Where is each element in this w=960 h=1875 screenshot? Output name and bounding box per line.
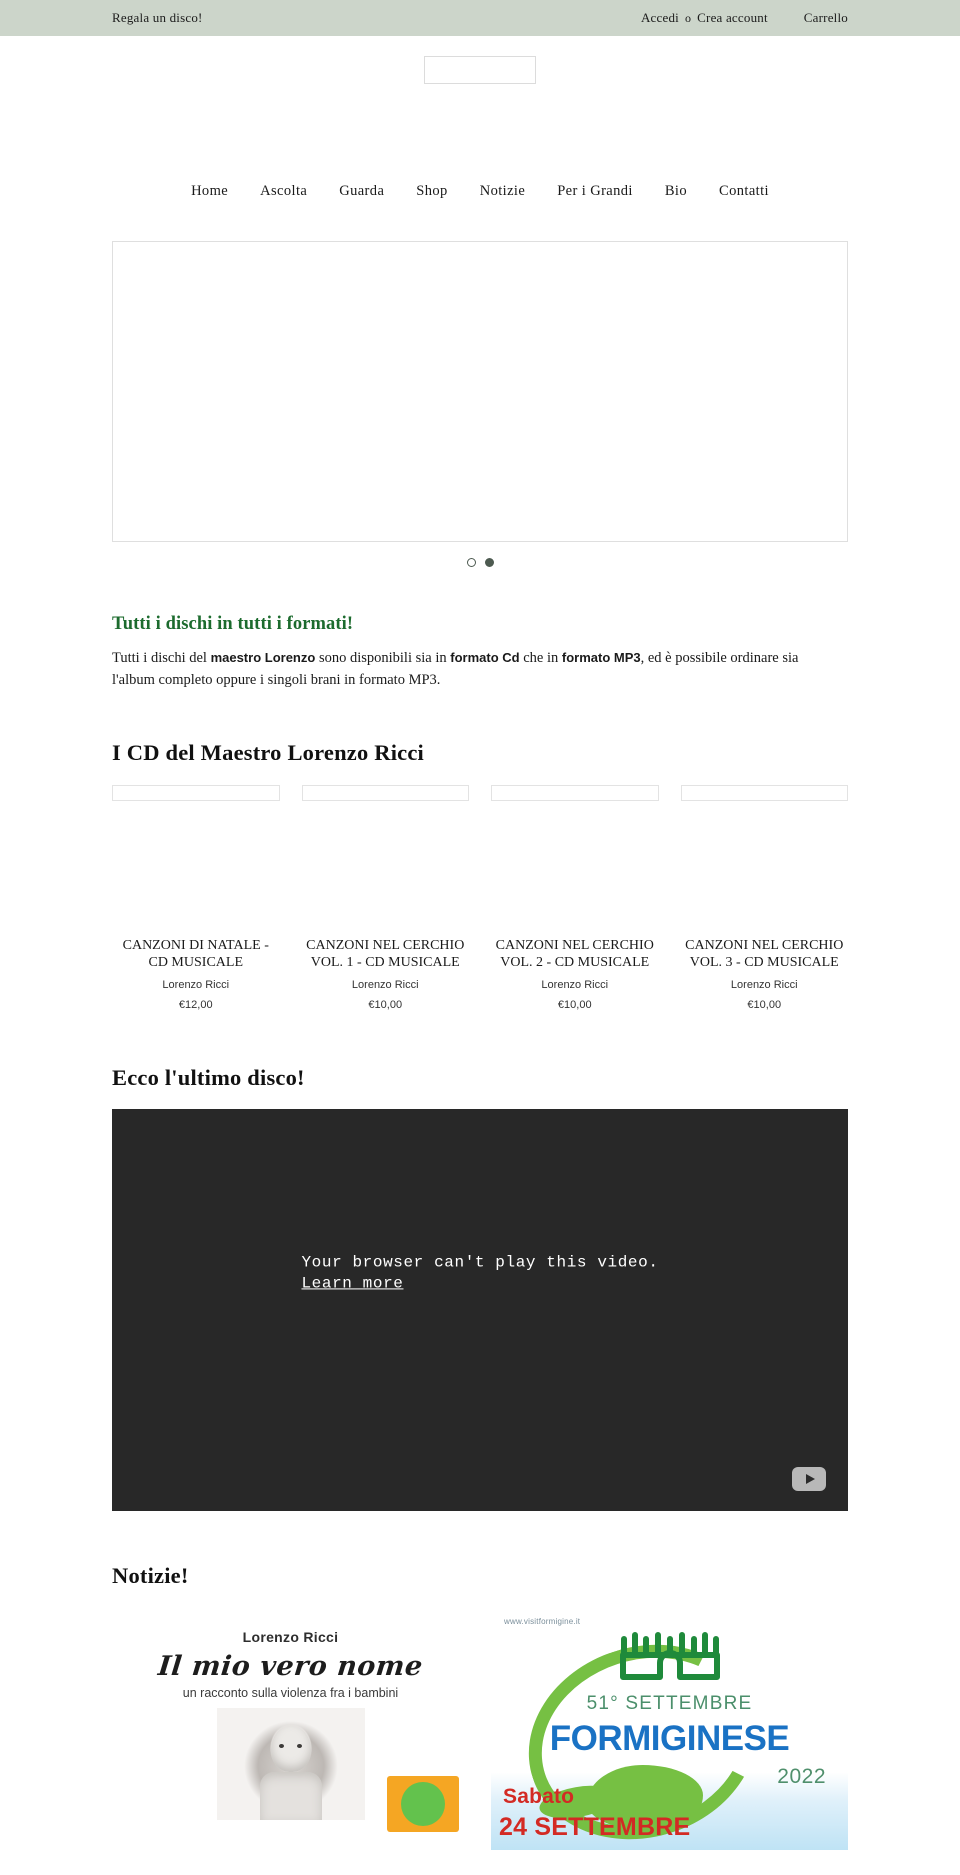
product-title[interactable]: CANZONI NEL CERCHIO VOL. 2 - CD MUSICALE <box>491 937 659 972</box>
poster-line-1: 51° SETTEMBRE <box>586 1692 753 1714</box>
promo-link[interactable]: Regala un disco! <box>112 10 203 26</box>
intro-section: Tutti i dischi in tutti i formati! Tutti… <box>0 614 960 692</box>
nav-item-notizie[interactable]: Notizie <box>464 183 541 200</box>
intro-text-c: sono disponibili sia in <box>315 650 451 666</box>
product-image[interactable] <box>491 784 659 801</box>
slide-dot-1[interactable] <box>466 558 476 567</box>
cart-link[interactable]: Carrello <box>804 10 848 26</box>
video-section: Ecco l'ultimo disco! Your browser can't … <box>0 1065 960 1511</box>
intro-paragraph: Tutti i dischi del maestro Lorenzo sono … <box>112 647 838 692</box>
video-player[interactable]: Your browser can't play this video. Lear… <box>112 1108 848 1511</box>
product-title[interactable]: CANZONI NEL CERCHIO VOL. 1 - CD MUSICALE <box>302 937 470 972</box>
login-link[interactable]: Accedi <box>641 10 679 26</box>
news-heading: Notizie! <box>112 1562 189 1588</box>
product-vendor: Lorenzo Ricci <box>541 978 609 991</box>
nav-item-ascolta[interactable]: Ascolta <box>244 183 323 200</box>
book-cover-image[interactable]: Lorenzo Ricci Il mio vero nome un raccon… <box>112 1606 469 1832</box>
news-card-book[interactable]: Lorenzo Ricci Il mio vero nome un raccon… <box>112 1606 469 1832</box>
intro-text-a: Tutti i dischi del <box>112 650 211 666</box>
castle-icon <box>618 1629 722 1681</box>
slide-image[interactable] <box>112 241 848 542</box>
news-grid: Lorenzo Ricci Il mio vero nome un raccon… <box>112 1606 848 1850</box>
product-grid: CANZONI DI NATALE - CD MUSICALE Lorenzo … <box>112 784 849 1011</box>
product-image[interactable] <box>680 784 848 801</box>
nav-item-guarda[interactable]: Guarda <box>323 183 400 200</box>
product-image-space <box>491 807 659 937</box>
hero-slideshow <box>0 241 960 567</box>
product-vendor: Lorenzo Ricci <box>162 978 230 991</box>
learn-more-link[interactable]: Learn more <box>301 1274 403 1296</box>
nav-item-shop[interactable]: Shop <box>400 183 463 200</box>
product-price: €10,00 <box>557 998 592 1011</box>
child-head-shape <box>270 1725 311 1772</box>
product-title[interactable]: CANZONI DI NATALE - CD MUSICALE <box>112 937 280 972</box>
news-card-event[interactable]: www.visitformigine.it 51° SETTEMBRE FORM… <box>491 1606 848 1850</box>
news-section: Notizie! Lorenzo Ricci Il mio vero nome … <box>0 1563 960 1850</box>
video-error-text: Your browser can't play this video. <box>301 1253 659 1272</box>
nav-item-home[interactable]: Home <box>175 183 244 200</box>
video-error-message: Your browser can't play this video. Lear… <box>301 1252 658 1295</box>
intro-text-b: maestro Lorenzo <box>210 650 316 665</box>
nav-item-bio[interactable]: Bio <box>649 183 703 200</box>
product-price: €10,00 <box>747 998 782 1011</box>
play-icon[interactable] <box>792 1466 826 1491</box>
poster-line-2: FORMIGINESE <box>549 1718 790 1758</box>
product-vendor: Lorenzo Ricci <box>351 978 419 991</box>
book-author: Lorenzo Ricci <box>242 1628 339 1645</box>
intro-text-f: formato MP3 <box>561 650 641 665</box>
products-section: I CD del Maestro Lorenzo Ricci CANZONI D… <box>0 740 960 1011</box>
products-heading: I CD del Maestro Lorenzo Ricci <box>112 739 424 765</box>
product-card[interactable]: CANZONI NEL CERCHIO VOL. 1 - CD MUSICALE… <box>301 784 470 1011</box>
play-triangle <box>805 1473 815 1484</box>
product-card[interactable]: CANZONI NEL CERCHIO VOL. 2 - CD MUSICALE… <box>491 784 659 1011</box>
create-account-link[interactable]: Crea account <box>697 10 768 26</box>
child-eye-right <box>296 1743 302 1748</box>
intro-text-d: formato Cd <box>450 650 520 665</box>
site-logo[interactable] <box>424 56 536 84</box>
account-links: Accedi o Crea account Carrello <box>641 10 848 26</box>
book-subtitle: un racconto sulla violenza fra i bambini <box>182 1685 399 1700</box>
product-price: €12,00 <box>178 998 213 1011</box>
product-price: €10,00 <box>368 998 403 1011</box>
slideshow-dots <box>112 558 848 567</box>
publisher-badge-circle <box>401 1781 445 1826</box>
book-title: Il mio vero nome <box>156 1650 425 1682</box>
nav-item-contatti[interactable]: Contatti <box>703 183 785 200</box>
product-card[interactable]: CANZONI DI NATALE - CD MUSICALE Lorenzo … <box>112 784 280 1011</box>
product-title[interactable]: CANZONI NEL CERCHIO VOL. 3 - CD MUSICALE <box>681 937 849 972</box>
poster-date: 24 SETTEMBRE <box>499 1812 691 1841</box>
intro-text-e: che in <box>519 650 562 666</box>
publisher-badge-icon <box>387 1775 459 1832</box>
product-image-space <box>681 807 849 937</box>
poster-website-url: www.visitformigine.it <box>504 1616 581 1626</box>
product-image-space <box>112 807 280 937</box>
slide-dot-2[interactable] <box>484 558 494 567</box>
product-image[interactable] <box>112 784 280 801</box>
child-eye-left <box>278 1743 284 1748</box>
main-navigation: Home Ascolta Guarda Shop Notizie Per i G… <box>0 174 960 208</box>
poster-year: 2022 <box>777 1764 826 1788</box>
announcement-bar: Regala un disco! Accedi o Crea account C… <box>0 0 960 36</box>
product-vendor: Lorenzo Ricci <box>730 978 798 991</box>
product-image-space <box>302 807 470 937</box>
video-heading: Ecco l'ultimo disco! <box>112 1064 305 1090</box>
poster-weekday: Sabato <box>503 1784 575 1808</box>
header-logo-area <box>0 36 960 174</box>
book-illustration <box>216 1707 365 1820</box>
intro-heading: Tutti i dischi in tutti i formati! <box>112 614 354 634</box>
event-poster-image[interactable]: www.visitformigine.it 51° SETTEMBRE FORM… <box>491 1606 848 1850</box>
nav-item-per-i-grandi[interactable]: Per i Grandi <box>541 183 649 200</box>
product-image[interactable] <box>301 784 469 801</box>
child-body-shape <box>259 1771 322 1820</box>
or-separator: o <box>684 10 692 25</box>
product-card[interactable]: CANZONI NEL CERCHIO VOL. 3 - CD MUSICALE… <box>680 784 849 1011</box>
